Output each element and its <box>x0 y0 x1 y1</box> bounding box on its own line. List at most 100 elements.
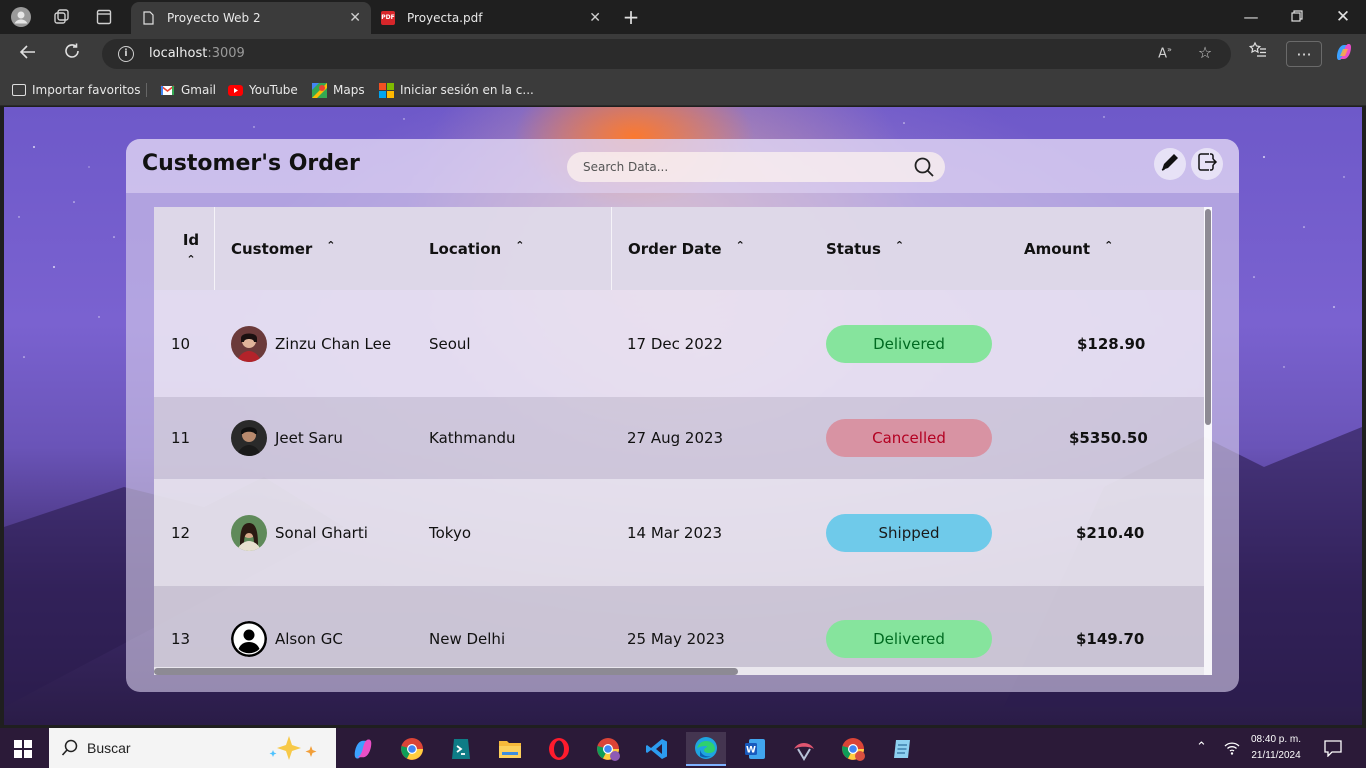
profile-icon[interactable] <box>10 6 32 28</box>
windows-start-icon[interactable] <box>14 740 32 758</box>
chevron-up-icon[interactable]: ⌃ <box>1196 740 1207 755</box>
reload-button[interactable] <box>60 42 84 66</box>
bookmark-divider <box>146 83 147 97</box>
customer-name: Sonal Gharti <box>275 523 368 542</box>
copilot-app-icon[interactable] <box>343 732 383 766</box>
import-icon <box>12 84 26 96</box>
bookmark-import[interactable]: Importar favoritos <box>12 82 141 98</box>
export-button[interactable] <box>1191 148 1223 180</box>
favorites-icon[interactable] <box>1244 41 1272 67</box>
cell-location: Kathmandu <box>429 429 516 447</box>
vertical-scrollbar[interactable] <box>1204 207 1212 675</box>
terminal-app-icon[interactable] <box>441 732 481 766</box>
address-bar-row: i localhost:3009 A» ☆ ··· <box>0 34 1366 74</box>
card-header: Customer's Order <box>126 139 1239 193</box>
column-header-order-date[interactable]: Order Date ⌃ <box>628 207 745 290</box>
vscode-app-icon[interactable] <box>637 732 677 766</box>
horizontal-scrollbar[interactable] <box>154 667 1204 675</box>
column-header-amount[interactable]: Amount ⌃ <box>1024 207 1113 290</box>
cell-order-date: 17 Dec 2022 <box>627 334 723 353</box>
gmail-icon <box>160 83 175 98</box>
sort-icon[interactable]: ⌃ <box>736 239 745 252</box>
cell-customer: Zinzu Chan Lee <box>231 290 391 397</box>
horizontal-scrollbar-thumb[interactable] <box>154 668 738 675</box>
sort-icon[interactable]: ⌃ <box>186 253 195 266</box>
table-row[interactable]: 10 Zinzu Chan Lee Seoul 17 Dec 2022 Deli… <box>154 290 1204 397</box>
chrome-alt-app-icon[interactable] <box>833 732 873 766</box>
default-avatar-icon <box>231 621 267 657</box>
workspaces-icon[interactable] <box>51 6 73 28</box>
tab-proyecta-pdf[interactable]: PDF Proyecta.pdf ✕ <box>371 2 611 34</box>
clock-date: 21/11/2024 <box>1251 750 1301 761</box>
column-divider <box>214 207 215 290</box>
site-info-icon[interactable]: i <box>118 46 134 62</box>
column-header-location[interactable]: Location ⌃ <box>429 207 524 290</box>
taskbar-search-label: Buscar <box>87 740 131 756</box>
restore-button[interactable] <box>1286 6 1308 28</box>
url-field[interactable]: i localhost:3009 A» ☆ <box>102 39 1231 69</box>
opera-app-icon[interactable] <box>539 732 579 766</box>
table-row[interactable]: 13 Alson GC New Delhi 25 May 2023 Delive… <box>154 586 1204 675</box>
cell-amount: $149.70 <box>1076 630 1145 648</box>
bookmark-gmail[interactable]: Gmail <box>160 82 216 98</box>
cell-customer: Sonal Gharti <box>231 479 368 586</box>
page-title: Customer's Order <box>142 151 360 176</box>
minimize-button[interactable]: — <box>1240 6 1262 28</box>
cell-id: 11 <box>171 429 191 447</box>
page-background: Customer's Order Id <box>4 107 1362 725</box>
cell-location: Seoul <box>429 334 471 353</box>
copilot-icon[interactable] <box>1330 41 1358 67</box>
sort-icon[interactable]: ⌃ <box>895 239 904 252</box>
search-input[interactable] <box>583 158 903 176</box>
more-options-button[interactable]: ··· <box>1286 41 1322 67</box>
read-aloud-icon[interactable]: A» <box>1156 45 1174 63</box>
tab-actions-icon[interactable] <box>93 6 115 28</box>
export-icon <box>1196 151 1218 177</box>
notepad-app-icon[interactable] <box>882 732 922 766</box>
bookmark-maps[interactable]: Maps <box>312 82 365 98</box>
word-app-icon[interactable]: W <box>735 732 775 766</box>
sort-icon[interactable]: ⌃ <box>326 239 335 252</box>
cell-id: 10 <box>171 334 191 353</box>
tab-proyecto-web[interactable]: Proyecto Web 2 ✕ <box>131 2 371 34</box>
search-icon[interactable] <box>913 156 935 178</box>
cell-id: 12 <box>171 523 191 542</box>
search-box <box>567 152 945 182</box>
close-tab-icon[interactable]: ✕ <box>589 10 601 26</box>
status-badge: Shipped <box>826 513 992 552</box>
close-window-button[interactable]: ✕ <box>1332 6 1354 28</box>
chrome-profile-app-icon[interactable] <box>588 732 628 766</box>
bookmark-microsoft[interactable]: Iniciar sesión en la c... <box>379 82 534 98</box>
svg-text:W: W <box>746 746 756 756</box>
vertical-scrollbar-thumb[interactable] <box>1205 209 1211 425</box>
status-badge: Cancelled <box>826 419 992 457</box>
sparkle-icon <box>265 734 325 766</box>
edit-button[interactable] <box>1154 148 1186 180</box>
edge-app-icon[interactable] <box>686 732 726 766</box>
table-row[interactable]: 12 Sonal Gharti Tokyo 14 Mar 2023 Shippe… <box>154 479 1204 586</box>
customer-name: Alson GC <box>275 630 343 648</box>
column-header-id[interactable]: Id ⌃ <box>171 207 211 290</box>
windows-taskbar: Buscar W ⌃ 08:40 p. m. 21/11/2024 <box>0 728 1366 768</box>
cell-location: Tokyo <box>429 523 471 542</box>
chrome-app-icon[interactable] <box>392 732 432 766</box>
cell-amount: $128.90 <box>1077 334 1146 353</box>
tab-title: Proyecta.pdf <box>407 11 483 25</box>
favorite-star-icon[interactable]: ☆ <box>1196 43 1214 62</box>
bookmark-youtube[interactable]: YouTube <box>228 82 298 98</box>
close-tab-icon[interactable]: ✕ <box>349 10 361 26</box>
column-header-status[interactable]: Status ⌃ <box>826 207 904 290</box>
sort-icon[interactable]: ⌃ <box>1104 239 1113 252</box>
taskbar-search[interactable]: Buscar <box>49 728 336 768</box>
table-row[interactable]: 11 Jeet Saru Kathmandu 27 Aug 2023 Cance… <box>154 397 1204 479</box>
microsoft-icon <box>379 82 394 98</box>
pdf-icon: PDF <box>381 11 395 25</box>
new-tab-button[interactable]: + <box>620 6 642 28</box>
notifications-icon[interactable] <box>1324 740 1342 761</box>
back-button[interactable] <box>16 42 40 66</box>
file-explorer-icon[interactable] <box>490 732 530 766</box>
snipping-tool-icon[interactable] <box>784 732 824 766</box>
sort-icon[interactable]: ⌃ <box>515 239 524 252</box>
column-header-customer[interactable]: Customer ⌃ <box>231 207 336 290</box>
network-icon[interactable] <box>1224 740 1240 760</box>
